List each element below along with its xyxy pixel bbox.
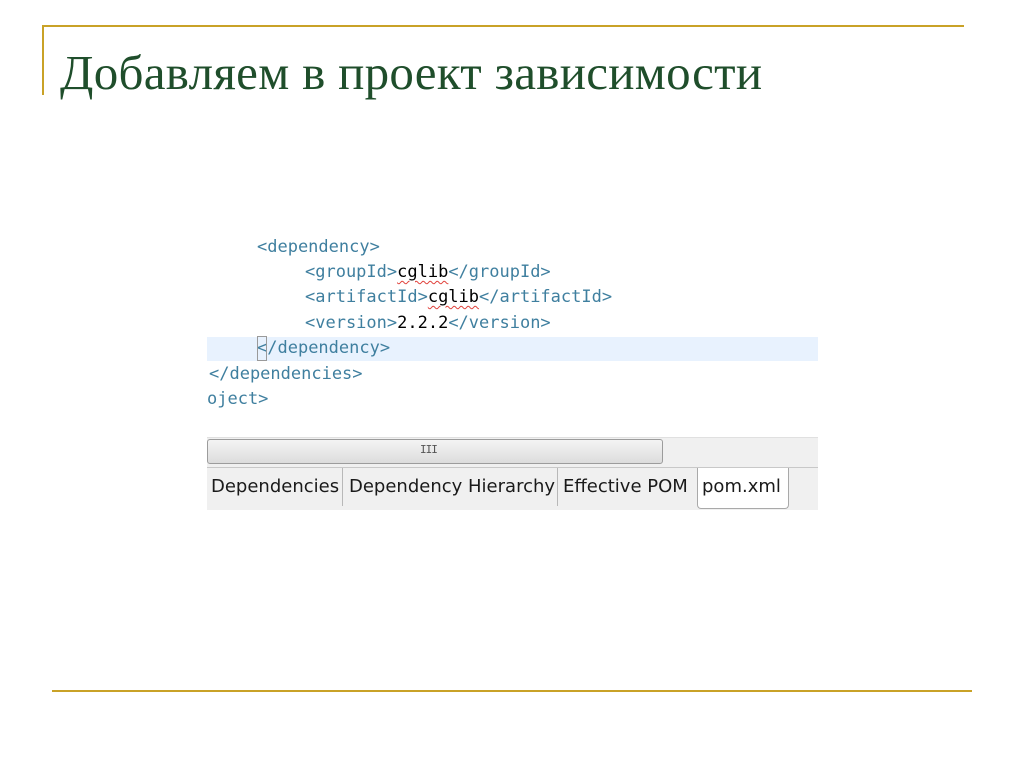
tab-dependency-hierarchy[interactable]: Dependency Hierarchy (345, 468, 559, 506)
ide-screenshot: <dependency> <groupId>cglib</groupId> <a… (207, 225, 818, 510)
xml-tag: </version> (448, 313, 551, 333)
xml-tag: <version> (305, 313, 398, 333)
editor-tab-strip: Dependencies Dependency Hierarchy Effect… (207, 467, 818, 510)
slide-frame-left-line (42, 25, 44, 95)
slide-title: Добавляем в проект зависимости (60, 45, 763, 100)
code-line-dependency-open[interactable]: <dependency> (257, 235, 380, 260)
xml-tag: <dependency> (257, 237, 380, 257)
code-line-dependencies-close[interactable]: </dependencies> (209, 362, 363, 387)
code-line-dependency-close[interactable]: </dependency> (257, 336, 390, 361)
xml-value: 2.2.2 (397, 313, 449, 333)
slide-frame-top-line (42, 25, 964, 27)
xml-tag: </groupId> (448, 262, 551, 282)
tab-separator (342, 468, 343, 506)
matching-bracket: < (257, 336, 268, 361)
tab-dependencies[interactable]: Dependencies (207, 468, 343, 506)
code-line-artifactid[interactable]: <artifactId>cglib</artifactId> (305, 285, 612, 310)
horizontal-scrollbar[interactable]: III (207, 437, 818, 468)
xml-value: cglib (397, 262, 449, 282)
xml-tag: <artifactId> (305, 287, 428, 307)
xml-tag: </artifactId> (479, 287, 613, 307)
xml-tag: </dependencies> (209, 364, 363, 384)
tab-separator (557, 468, 558, 506)
code-line-groupid[interactable]: <groupId>cglib</groupId> (305, 260, 551, 285)
code-line-version[interactable]: <version>2.2.2</version> (305, 311, 551, 336)
xml-tag: /dependency> (267, 338, 391, 358)
grip-icon: III (420, 443, 438, 456)
slide-frame-bottom-line (52, 690, 972, 692)
scrollbar-thumb[interactable]: III (207, 439, 663, 464)
tab-pom-xml[interactable]: pom.xml (697, 468, 789, 509)
xml-value: cglib (427, 287, 480, 307)
xml-tag: <groupId> (305, 262, 398, 282)
code-line-project-close[interactable]: oject> (207, 387, 268, 412)
xml-tag: oject> (207, 389, 269, 409)
tab-effective-pom[interactable]: Effective POM (559, 468, 692, 506)
